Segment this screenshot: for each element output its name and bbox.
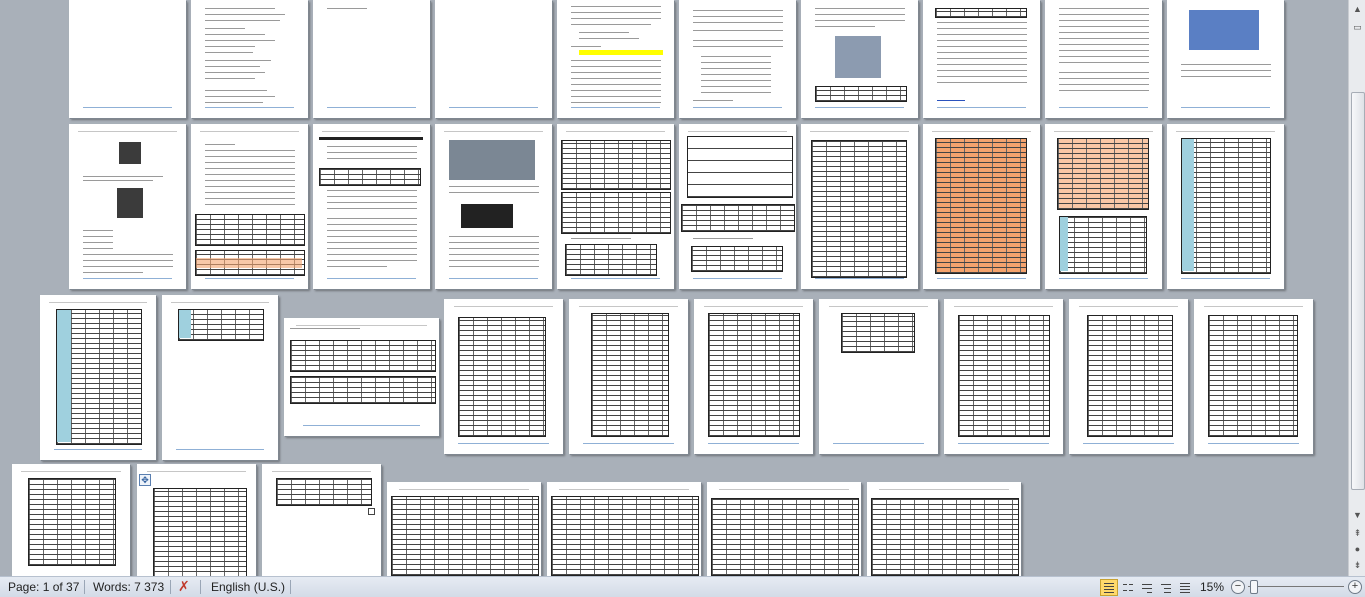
page-thumbnail[interactable] (12, 464, 130, 576)
page-thumbnail[interactable] (547, 482, 701, 576)
page-thumbnail[interactable] (40, 295, 156, 460)
page-thumbnail[interactable] (1167, 124, 1284, 289)
word-count[interactable]: Words: 7 373 (93, 580, 164, 594)
previous-page-icon[interactable]: ⇞ (1350, 526, 1365, 540)
zoom-slider[interactable] (1248, 586, 1344, 587)
page-thumbnail[interactable] (162, 295, 278, 460)
ruler-toggle-icon[interactable]: ▭ (1350, 20, 1365, 34)
page-thumbnail[interactable] (191, 0, 308, 118)
page-thumbnail[interactable] (801, 0, 918, 118)
full-screen-reading-view-button[interactable] (1119, 579, 1137, 596)
page-thumbnail[interactable] (679, 0, 796, 118)
page-thumbnail[interactable] (435, 124, 552, 289)
page-thumbnail[interactable] (819, 299, 938, 454)
language-indicator[interactable]: English (U.S.) (211, 580, 285, 594)
page-thumbnail[interactable] (313, 124, 430, 289)
vertical-scrollbar[interactable]: ▲ ▭ ▼ ⇞ ● ⇟ (1348, 0, 1365, 576)
page-thumbnail[interactable] (569, 299, 688, 454)
page-thumbnail[interactable] (313, 0, 430, 118)
page-thumbnail[interactable] (694, 299, 813, 454)
page-thumbnail[interactable] (435, 0, 552, 118)
page-thumbnail[interactable] (1194, 299, 1313, 454)
print-layout-view-button[interactable] (1100, 579, 1118, 596)
page-thumbnail[interactable]: ✥ (137, 464, 256, 576)
arrow-down-icon[interactable]: ▼ (1350, 508, 1365, 522)
page-thumbnail[interactable] (1045, 124, 1162, 289)
page-thumbnail[interactable] (867, 482, 1021, 576)
outline-view-button[interactable] (1157, 579, 1175, 596)
page-thumbnail[interactable] (557, 0, 674, 118)
page-thumbnail[interactable] (387, 482, 541, 576)
page-count[interactable]: Page: 1 of 37 (8, 580, 79, 594)
web-layout-view-button[interactable] (1138, 579, 1156, 596)
page-thumbnail[interactable] (801, 124, 918, 289)
page-thumbnail[interactable] (557, 124, 674, 289)
zoom-out-button[interactable]: − (1231, 580, 1245, 594)
spelling-check-icon[interactable]: ✗ (178, 578, 190, 595)
zoom-slider-thumb[interactable] (1250, 580, 1258, 594)
page-thumbnail[interactable] (1045, 0, 1162, 118)
page-thumbnail[interactable] (444, 299, 563, 454)
page-thumbnail[interactable] (69, 124, 186, 289)
page-thumbnail[interactable] (923, 124, 1040, 289)
page-thumbnail[interactable] (707, 482, 861, 576)
page-thumbnail[interactable] (944, 299, 1063, 454)
page-thumbnail[interactable] (679, 124, 796, 289)
page-thumbnail[interactable] (191, 124, 308, 289)
page-thumbnail[interactable] (923, 0, 1040, 118)
page-thumbnail[interactable] (1069, 299, 1188, 454)
table-move-handle-icon[interactable]: ✥ (139, 474, 151, 486)
page-thumbnail[interactable] (284, 318, 439, 436)
document-workspace[interactable]: ✥ (0, 0, 1348, 576)
page-thumbnail[interactable] (262, 464, 381, 576)
zoom-in-button[interactable]: + (1348, 580, 1362, 594)
zoom-level[interactable]: 15% (1200, 580, 1224, 594)
next-page-icon[interactable]: ⇟ (1350, 558, 1365, 572)
status-bar: Page: 1 of 37 Words: 7 373 ✗ English (U.… (0, 576, 1365, 597)
draft-view-button[interactable] (1176, 579, 1194, 596)
page-thumbnail[interactable] (1167, 0, 1284, 118)
arrow-up-icon[interactable]: ▲ (1350, 2, 1365, 16)
page-thumbnail[interactable] (69, 0, 186, 118)
browse-object-icon[interactable]: ● (1350, 542, 1365, 556)
scrollbar-thumb[interactable] (1351, 92, 1365, 490)
